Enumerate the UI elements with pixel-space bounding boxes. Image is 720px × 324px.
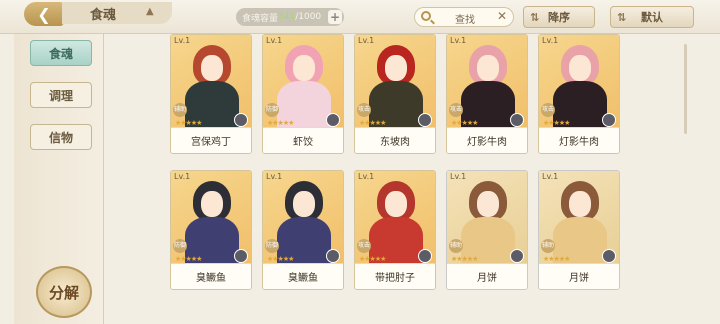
add-capacity-button[interactable]: + bbox=[328, 10, 342, 24]
card-level: Lv.1 bbox=[358, 172, 375, 181]
filter-icon: ⇅ bbox=[617, 10, 627, 24]
card-name: 宫保鸡丁 bbox=[171, 127, 251, 153]
food-soul-card[interactable]: Lv.1 辅助 ★★★★★ 月饼 bbox=[446, 170, 528, 290]
decompose-button[interactable]: 分解 bbox=[36, 266, 92, 318]
portrait-face bbox=[569, 55, 591, 81]
star-rating: ★★★★★ bbox=[359, 119, 386, 127]
back-arrow-icon: ❮ bbox=[37, 4, 51, 24]
food-soul-card[interactable]: Lv.1 攻击 ★★★★★ 灯影牛肉 bbox=[538, 34, 620, 154]
search-placeholder: 查找 bbox=[455, 15, 475, 26]
tab-tokens[interactable]: 信物 bbox=[30, 124, 92, 150]
card-name: 臭鳜鱼 bbox=[263, 263, 343, 289]
card-name: 带把肘子 bbox=[355, 263, 435, 289]
rank-badge-icon bbox=[418, 249, 432, 263]
capacity-current: 341 bbox=[278, 12, 296, 22]
food-soul-card[interactable]: Lv.1 攻击 ★★★★★ 东坡肉 bbox=[354, 34, 436, 154]
rank-badge-icon bbox=[234, 113, 248, 127]
portrait-face bbox=[385, 55, 407, 81]
clear-icon[interactable]: ✕ bbox=[497, 9, 507, 23]
role-tag: 防御 bbox=[173, 239, 187, 253]
star-rating: ★★★★★ bbox=[267, 119, 294, 127]
card-level: Lv.1 bbox=[266, 172, 283, 181]
card-name: 臭鳜鱼 bbox=[171, 263, 251, 289]
rank-badge-icon bbox=[510, 249, 524, 263]
top-bar: ❮ 食魂 ▲ 食魂容量 341 /1000 + 查找 ✕ ⇅ 降序 ⇅ 默认 bbox=[0, 0, 720, 34]
role-tag: 辅助 bbox=[541, 239, 555, 253]
crown-icon: ▲ bbox=[146, 6, 154, 17]
portrait-face bbox=[569, 191, 591, 217]
rank-badge-icon bbox=[326, 249, 340, 263]
portrait-face bbox=[293, 55, 315, 81]
rank-badge-icon bbox=[234, 249, 248, 263]
star-rating: ★★★★★ bbox=[175, 255, 202, 263]
search-icon bbox=[421, 11, 431, 21]
role-tag: 防御 bbox=[265, 103, 279, 117]
rank-badge-icon bbox=[510, 113, 524, 127]
card-name: 虾饺 bbox=[263, 127, 343, 153]
role-tag: 辅助 bbox=[449, 239, 463, 253]
card-name: 灯影牛肉 bbox=[447, 127, 527, 153]
capacity-display: 食魂容量 341 /1000 + bbox=[236, 8, 344, 26]
star-rating: ★★★★★ bbox=[543, 119, 570, 127]
star-rating: ★★★★★ bbox=[175, 119, 202, 127]
sort-label: 降序 bbox=[548, 11, 570, 24]
search-input[interactable]: 查找 ✕ bbox=[414, 7, 514, 27]
portrait-face bbox=[293, 191, 315, 217]
card-level: Lv.1 bbox=[542, 172, 559, 181]
portrait-face bbox=[201, 55, 223, 81]
card-name: 月饼 bbox=[539, 263, 619, 289]
card-level: Lv.1 bbox=[450, 36, 467, 45]
role-tag: 辅助 bbox=[173, 103, 187, 117]
star-rating: ★★★★★ bbox=[267, 255, 294, 263]
food-soul-card[interactable]: Lv.1 攻击 ★★★★★ 灯影牛肉 bbox=[446, 34, 528, 154]
portrait-face bbox=[477, 55, 499, 81]
filter-button[interactable]: ⇅ 默认 bbox=[610, 6, 694, 28]
portrait-face bbox=[385, 191, 407, 217]
rank-badge-icon bbox=[418, 113, 432, 127]
portrait-face bbox=[477, 191, 499, 217]
food-soul-card[interactable]: Lv.1 防御 ★★★★★ 臭鳜鱼 bbox=[262, 170, 344, 290]
capacity-max: /1000 bbox=[295, 12, 322, 22]
card-level: Lv.1 bbox=[174, 172, 191, 181]
rank-badge-icon bbox=[326, 113, 340, 127]
food-soul-card[interactable]: Lv.1 辅助 ★★★★★ 月饼 bbox=[538, 170, 620, 290]
rank-badge-icon bbox=[602, 249, 616, 263]
card-grid: Lv.1 辅助 ★★★★★ 宫保鸡丁 Lv.1 防御 ★★★★★ 虾饺 Lv.1… bbox=[106, 34, 696, 324]
role-tag: 攻击 bbox=[541, 103, 555, 117]
food-soul-card[interactable]: Lv.1 辅助 ★★★★★ 宫保鸡丁 bbox=[170, 34, 252, 154]
card-level: Lv.1 bbox=[174, 36, 191, 45]
food-soul-card[interactable]: Lv.1 防御 ★★★★★ 臭鳜鱼 bbox=[170, 170, 252, 290]
star-rating: ★★★★★ bbox=[451, 119, 478, 127]
card-name: 灯影牛肉 bbox=[539, 127, 619, 153]
food-soul-card[interactable]: Lv.1 攻击 ★★★★★ 带把肘子 bbox=[354, 170, 436, 290]
tab-conditioning[interactable]: 调理 bbox=[30, 82, 92, 108]
card-name: 月饼 bbox=[447, 263, 527, 289]
role-tag: 攻击 bbox=[357, 103, 371, 117]
capacity-label: 食魂容量 bbox=[242, 13, 279, 24]
card-name: 东坡肉 bbox=[355, 127, 435, 153]
role-tag: 防御 bbox=[265, 239, 279, 253]
role-tag: 攻击 bbox=[449, 103, 463, 117]
food-soul-card[interactable]: Lv.1 防御 ★★★★★ 虾饺 bbox=[262, 34, 344, 154]
rank-badge-icon bbox=[602, 113, 616, 127]
star-rating: ★★★★★ bbox=[359, 255, 386, 263]
back-button[interactable]: ❮ bbox=[24, 2, 64, 26]
sort-button[interactable]: ⇅ 降序 bbox=[523, 6, 595, 28]
card-level: Lv.1 bbox=[450, 172, 467, 181]
portrait-face bbox=[201, 191, 223, 217]
sidebar: 食魂 调理 信物 分解 bbox=[14, 34, 104, 324]
role-tag: 攻击 bbox=[357, 239, 371, 253]
card-level: Lv.1 bbox=[542, 36, 559, 45]
scrollbar[interactable] bbox=[684, 44, 687, 134]
tab-food-soul[interactable]: 食魂 bbox=[30, 40, 92, 66]
star-rating: ★★★★★ bbox=[543, 255, 570, 263]
star-rating: ★★★★★ bbox=[451, 255, 478, 263]
sort-icon: ⇅ bbox=[530, 10, 540, 24]
card-level: Lv.1 bbox=[358, 36, 375, 45]
card-level: Lv.1 bbox=[266, 36, 283, 45]
filter-label: 默认 bbox=[641, 11, 663, 24]
